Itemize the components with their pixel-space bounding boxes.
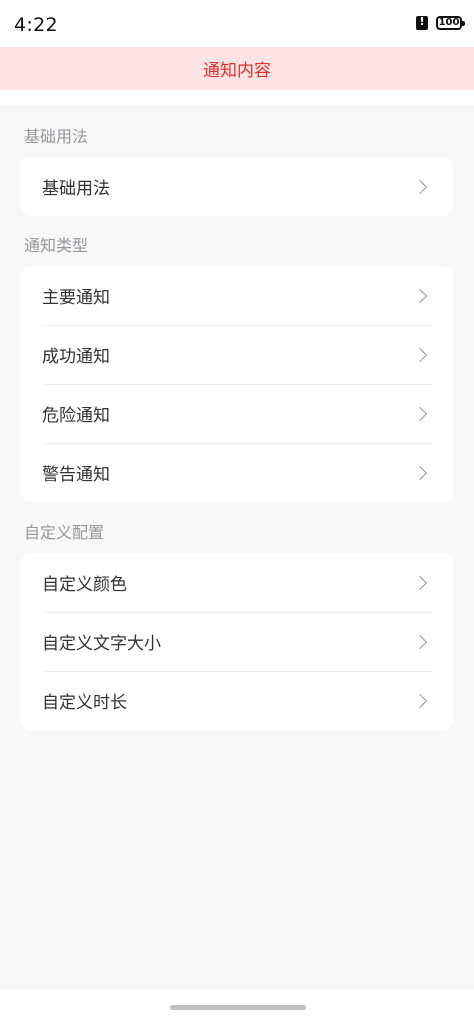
cell-success-notify[interactable]: 成功通知 (21, 325, 453, 384)
page-content: 基础用法 基础用法 通知类型 主要通知 成功通知 危险通知 警告通知 自定义配置… (0, 105, 474, 990)
chevron-right-icon (412, 465, 428, 480)
chevron-right-icon (412, 693, 428, 708)
notify-bar[interactable]: 通知内容 (0, 47, 474, 90)
cell-label: 基础用法 (42, 179, 110, 199)
battery-icon: 100 (436, 16, 465, 30)
group-title-types: 通知类型 (24, 236, 89, 255)
cell-primary-notify[interactable]: 主要通知 (21, 266, 453, 325)
chevron-right-icon (412, 288, 428, 303)
notify-text: 通知内容 (203, 61, 271, 81)
cell-label: 主要通知 (42, 288, 110, 308)
chevron-right-icon (412, 575, 428, 590)
cell-label: 警告通知 (42, 465, 110, 485)
cell-label: 成功通知 (42, 347, 110, 367)
cell-label: 自定义文字大小 (42, 634, 161, 654)
cell-custom-color[interactable]: 自定义颜色 (21, 553, 453, 612)
cell-custom-duration[interactable]: 自定义时长 (21, 671, 453, 730)
cell-danger-notify[interactable]: 危险通知 (21, 384, 453, 443)
card-types: 主要通知 成功通知 危险通知 警告通知 (21, 266, 453, 502)
group-title-basic: 基础用法 (24, 127, 89, 146)
home-indicator[interactable] (170, 1005, 306, 1010)
status-bar: 4:22 100 (0, 0, 474, 50)
alert-icon (416, 15, 428, 30)
cell-basic-usage[interactable]: 基础用法 (21, 157, 453, 216)
card-custom: 自定义颜色 自定义文字大小 自定义时长 (21, 553, 453, 730)
cell-label: 危险通知 (42, 406, 110, 426)
card-basic: 基础用法 (21, 157, 453, 216)
chevron-right-icon (412, 406, 428, 421)
cell-custom-font-size[interactable]: 自定义文字大小 (21, 612, 453, 671)
chevron-right-icon (412, 347, 428, 362)
status-icons: 100 (416, 15, 465, 30)
battery-level: 100 (438, 17, 460, 28)
bottom-area (0, 990, 474, 1023)
status-time: 4:22 (14, 14, 58, 36)
chevron-right-icon (412, 634, 428, 649)
chevron-right-icon (412, 179, 428, 194)
group-title-custom: 自定义配置 (24, 523, 105, 542)
cell-label: 自定义颜色 (42, 575, 127, 595)
cell-warning-notify[interactable]: 警告通知 (21, 443, 453, 502)
cell-label: 自定义时长 (42, 693, 127, 713)
